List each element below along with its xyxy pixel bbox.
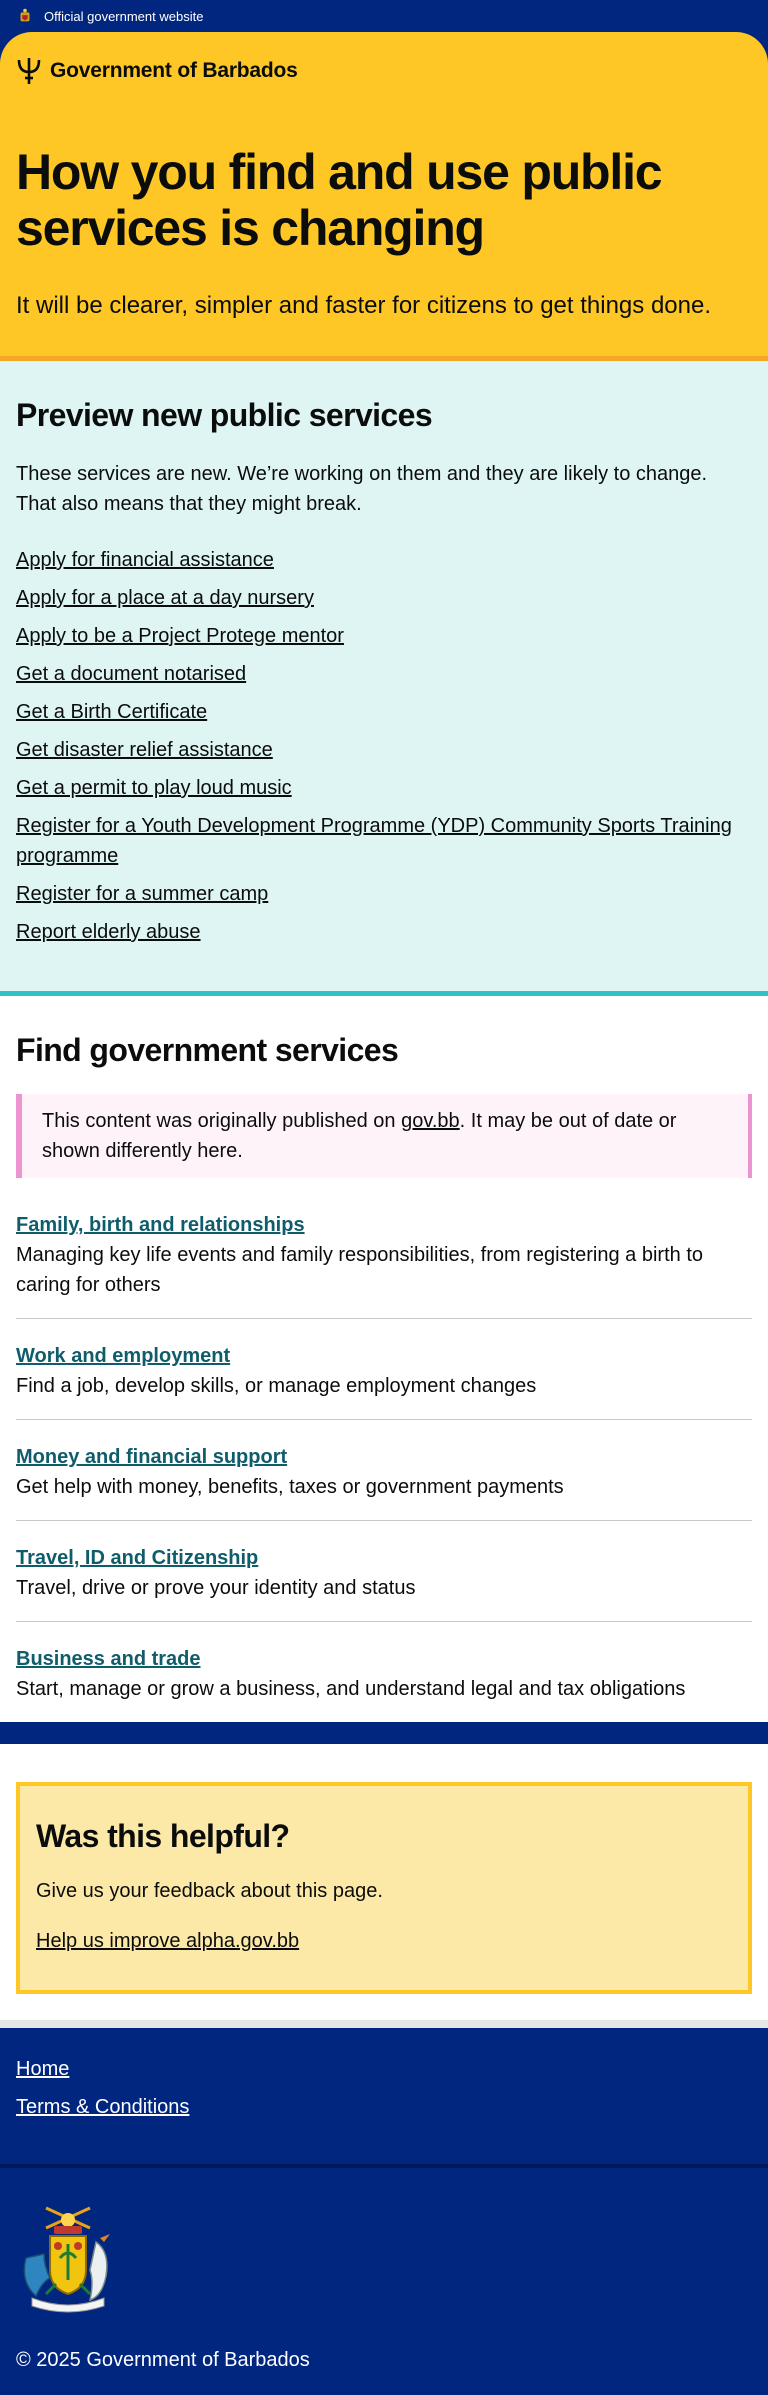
feedback-text: Give us your feedback about this page. xyxy=(36,1880,383,1902)
preview-link-list: Apply for financial assistance Apply for… xyxy=(16,545,752,947)
gov-bb-link[interactable]: gov.bb xyxy=(401,1110,460,1132)
service-link-ydp-sports[interactable]: Register for a Youth Development Program… xyxy=(16,815,732,867)
service-link-notarised[interactable]: Get a document notarised xyxy=(16,663,246,685)
footer: Home Terms & Conditions © 2025 Governmen… xyxy=(0,2028,768,2395)
service-link-financial-assistance[interactable]: Apply for financial assistance xyxy=(16,549,274,571)
service-link-elderly-abuse[interactable]: Report elderly abuse xyxy=(16,921,201,943)
topic-description: Get help with money, benefits, taxes or … xyxy=(16,1476,564,1498)
service-link-disaster-relief[interactable]: Get disaster relief assistance xyxy=(16,739,273,761)
footer-bottom: © 2025 Government of Barbados xyxy=(0,2168,768,2395)
feedback-box: Was this helpful? Give us your feedback … xyxy=(16,1782,752,1994)
preview-heading: Preview new public services xyxy=(16,397,433,433)
trident-icon xyxy=(17,58,41,84)
footer-link-home[interactable]: Home xyxy=(16,2054,752,2084)
brand-name: Government of Barbados xyxy=(50,59,298,82)
official-banner: Official government website xyxy=(0,0,768,32)
topic-item: Family, birth and relationships Managing… xyxy=(16,1210,752,1319)
topic-link-travel[interactable]: Travel, ID and Citizenship xyxy=(16,1547,258,1569)
copyright: © 2025 Government of Barbados xyxy=(16,2349,310,2371)
topic-item: Work and employment Find a job, develop … xyxy=(16,1341,752,1420)
topic-description: Travel, drive or prove your identity and… xyxy=(16,1577,416,1599)
topic-link-business[interactable]: Business and trade xyxy=(16,1648,201,1670)
topic-item: Travel, ID and Citizenship Travel, drive… xyxy=(16,1543,752,1622)
topic-description: Start, manage or grow a business, and un… xyxy=(16,1678,686,1700)
topic-description: Managing key life events and family resp… xyxy=(16,1244,703,1296)
barbados-crest-icon xyxy=(20,8,30,22)
feedback-heading: Was this helpful? xyxy=(36,1818,290,1854)
hero-subtitle: It will be clearer, simpler and faster f… xyxy=(16,292,712,319)
service-link-birth-certificate[interactable]: Get a Birth Certificate xyxy=(16,701,207,723)
page-title: How you find and use public services is … xyxy=(16,144,663,256)
official-banner-label: Official government website xyxy=(44,8,204,24)
topic-link-money[interactable]: Money and financial support xyxy=(16,1446,287,1468)
find-heading: Find government services xyxy=(16,1032,399,1068)
topic-item: Business and trade Start, manage or grow… xyxy=(16,1644,752,1722)
find-services: Find government services This content wa… xyxy=(0,996,768,1722)
footer-link-terms[interactable]: Terms & Conditions xyxy=(16,2092,752,2122)
service-link-project-protege[interactable]: Apply to be a Project Protege mentor xyxy=(16,625,344,647)
topic-description: Find a job, develop skills, or manage em… xyxy=(16,1375,537,1397)
service-link-day-nursery[interactable]: Apply for a place at a day nursery xyxy=(16,587,314,609)
topic-item: Money and financial support Get help wit… xyxy=(16,1442,752,1521)
topic-link-family[interactable]: Family, birth and relationships xyxy=(16,1214,305,1236)
feedback-section: Was this helpful? Give us your feedback … xyxy=(0,1744,768,2020)
brand[interactable]: Government of Barbados xyxy=(16,56,752,86)
preview-services: Preview new public services These servic… xyxy=(0,361,768,996)
notice-text-before: This content was originally published on xyxy=(42,1110,402,1132)
hero: Government of Barbados How you find and … xyxy=(0,32,768,361)
legacy-notice: This content was originally published on… xyxy=(16,1094,752,1178)
footer-nav: Home Terms & Conditions xyxy=(0,2028,768,2168)
topic-link-work[interactable]: Work and employment xyxy=(16,1345,230,1367)
service-link-summer-camp[interactable]: Register for a summer camp xyxy=(16,883,268,905)
feedback-link[interactable]: Help us improve alpha.gov.bb xyxy=(36,1926,299,1956)
divider xyxy=(0,2020,768,2028)
service-link-loud-music[interactable]: Get a permit to play loud music xyxy=(16,777,292,799)
preview-intro: These services are new. We’re working on… xyxy=(16,463,708,515)
coat-of-arms-icon xyxy=(23,2206,110,2313)
topic-list: Family, birth and relationships Managing… xyxy=(16,1210,752,1722)
